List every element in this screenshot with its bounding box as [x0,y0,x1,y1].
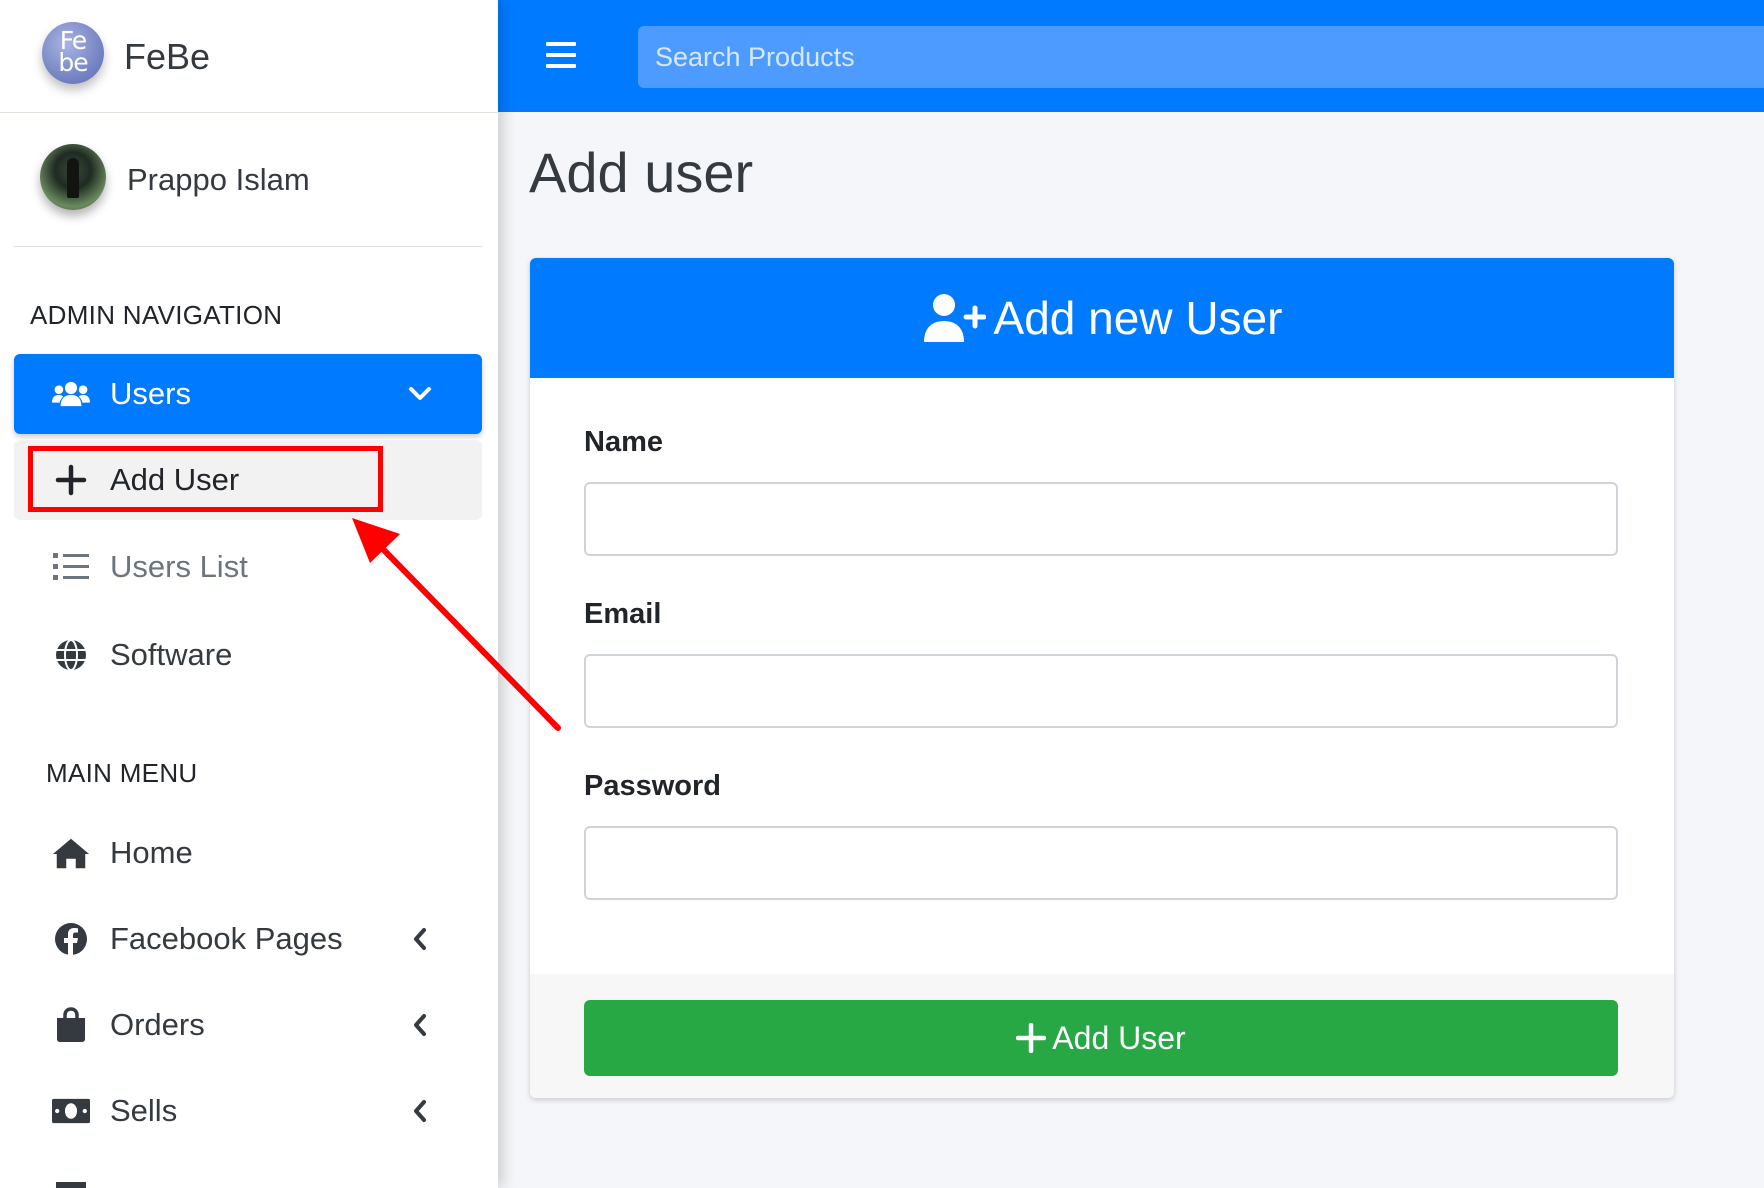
add-user-submit-button[interactable]: Add User [584,1000,1618,1076]
sidebar-item-home[interactable]: Home [14,814,482,892]
hamburger-menu-icon[interactable] [546,42,576,68]
chevron-left-icon [408,1013,432,1037]
users-icon [52,375,90,413]
email-input[interactable] [584,654,1618,728]
sidebar: Fe be FeBe Prappo Islam ADMIN NAVIGATION… [0,0,498,1188]
add-user-card: Add new User Name Email Password Add Use… [530,258,1674,1098]
shopping-bag-icon [52,1006,90,1044]
sidebar-item-orders[interactable]: Orders [14,986,482,1064]
chevron-left-icon [408,927,432,951]
sidebar-item-facebook-pages-label: Facebook Pages [110,921,343,956]
sidebar-item-users-label: Users [110,376,191,411]
email-label: Email [584,598,662,630]
home-icon [52,834,90,872]
chevron-left-icon [408,1099,432,1123]
sidebar-item-orders-label: Orders [110,1007,205,1042]
user-plus-icon [923,294,986,342]
sidebar-item-users-list[interactable]: Users List [14,528,482,606]
annotation-highlight-box [28,446,383,512]
card-header: Add new User [530,258,1674,378]
password-label: Password [584,770,721,802]
brand-logo-bottom-text: be [58,48,88,77]
sidebar-item-users-list-label: Users List [110,549,248,584]
add-user-submit-label: Add User [1052,1019,1186,1056]
user-panel[interactable]: Prappo Islam [14,112,482,247]
main-menu-header: MAIN MENU [46,758,198,788]
sidebar-item-sells-label: Sells [110,1093,178,1128]
search-input[interactable] [638,26,1764,88]
sidebar-item-partial[interactable] [56,1182,86,1188]
sidebar-item-users[interactable]: Users [14,354,482,434]
name-label: Name [584,426,663,458]
sidebar-item-facebook-pages[interactable]: Facebook Pages [14,900,482,978]
admin-navigation-header: ADMIN NAVIGATION [30,300,283,330]
name-input[interactable] [584,482,1618,556]
money-bill-icon [52,1092,90,1130]
password-input[interactable] [584,826,1618,900]
brand-logo: Fe be [42,22,104,84]
globe-icon [52,636,90,674]
facebook-icon [52,920,90,958]
sidebar-item-software-label: Software [110,637,233,672]
page-title: Add user [529,141,754,204]
sidebar-item-home-label: Home [110,835,193,870]
user-name[interactable]: Prappo Islam [127,162,310,198]
brand-name: FeBe [124,36,211,77]
plus-icon [1016,1023,1047,1053]
sidebar-item-software[interactable]: Software [14,616,482,694]
user-avatar [40,144,106,210]
card-header-title: Add new User [993,292,1283,344]
sidebar-item-sells[interactable]: Sells [14,1072,482,1150]
card-footer: Add User [530,974,1674,1098]
brand-link[interactable]: Fe be FeBe [0,0,498,113]
chevron-down-icon [408,382,432,406]
list-icon [52,548,90,586]
